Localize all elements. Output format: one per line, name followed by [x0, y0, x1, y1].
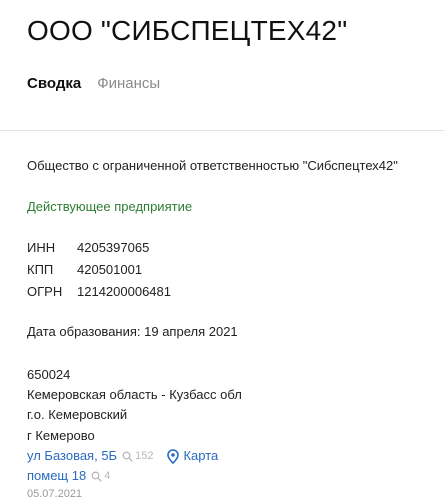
address-district: г.о. Кемеровский	[27, 407, 128, 422]
address-city: г Кемерово	[27, 428, 95, 443]
street-count[interactable]: 152	[122, 447, 153, 465]
ogrn-label: ОГРН	[27, 284, 63, 299]
inn-row: ИНН 4205397065	[27, 239, 149, 257]
map-label: Карта	[183, 448, 219, 463]
tab-finance[interactable]: Финансы	[97, 75, 160, 92]
kpp-label: КПП	[27, 262, 54, 277]
address-region: Кемеровская область - Кузбасс обл	[27, 387, 242, 402]
map-button[interactable]: Карта	[167, 447, 218, 465]
tab-summary[interactable]: Сводка	[27, 75, 81, 92]
map-pin-icon	[167, 448, 180, 464]
ogrn-value: 1214200006481	[77, 284, 171, 299]
premises-link[interactable]: помещ 18	[27, 467, 86, 485]
premises-count-value: 4	[104, 470, 111, 482]
postal-code: 650024	[27, 367, 71, 382]
header-divider	[0, 130, 444, 131]
premises-count[interactable]: 4	[91, 467, 110, 485]
inn-label: ИНН	[27, 240, 56, 255]
street-count-value: 152	[135, 450, 154, 462]
search-icon	[91, 471, 102, 482]
founded-date: Дата образования: 19 апреля 2021	[27, 324, 238, 339]
street-link[interactable]: ул Базовая, 5Б	[27, 447, 117, 465]
kpp-value: 420501001	[77, 262, 143, 277]
search-icon	[122, 451, 133, 462]
ogrn-row: ОГРН 1214200006481	[27, 283, 171, 301]
kpp-row: КПП 420501001	[27, 261, 142, 279]
inn-value: 4205397065	[77, 240, 150, 255]
registration-date-partial: 05.07.2021	[27, 488, 83, 500]
tab-bar: Сводка Финансы	[27, 75, 160, 92]
street-line: ул Базовая, 5Б 152 Карта	[27, 447, 218, 465]
premises-line: помещ 18 4	[27, 467, 110, 485]
company-full-name: Общество с ограниченной ответственностью…	[27, 158, 398, 173]
company-status: Действующее предприятие	[27, 199, 193, 214]
page-title: ООО "СИБСПЕЦТЕХ42"	[27, 15, 348, 46]
